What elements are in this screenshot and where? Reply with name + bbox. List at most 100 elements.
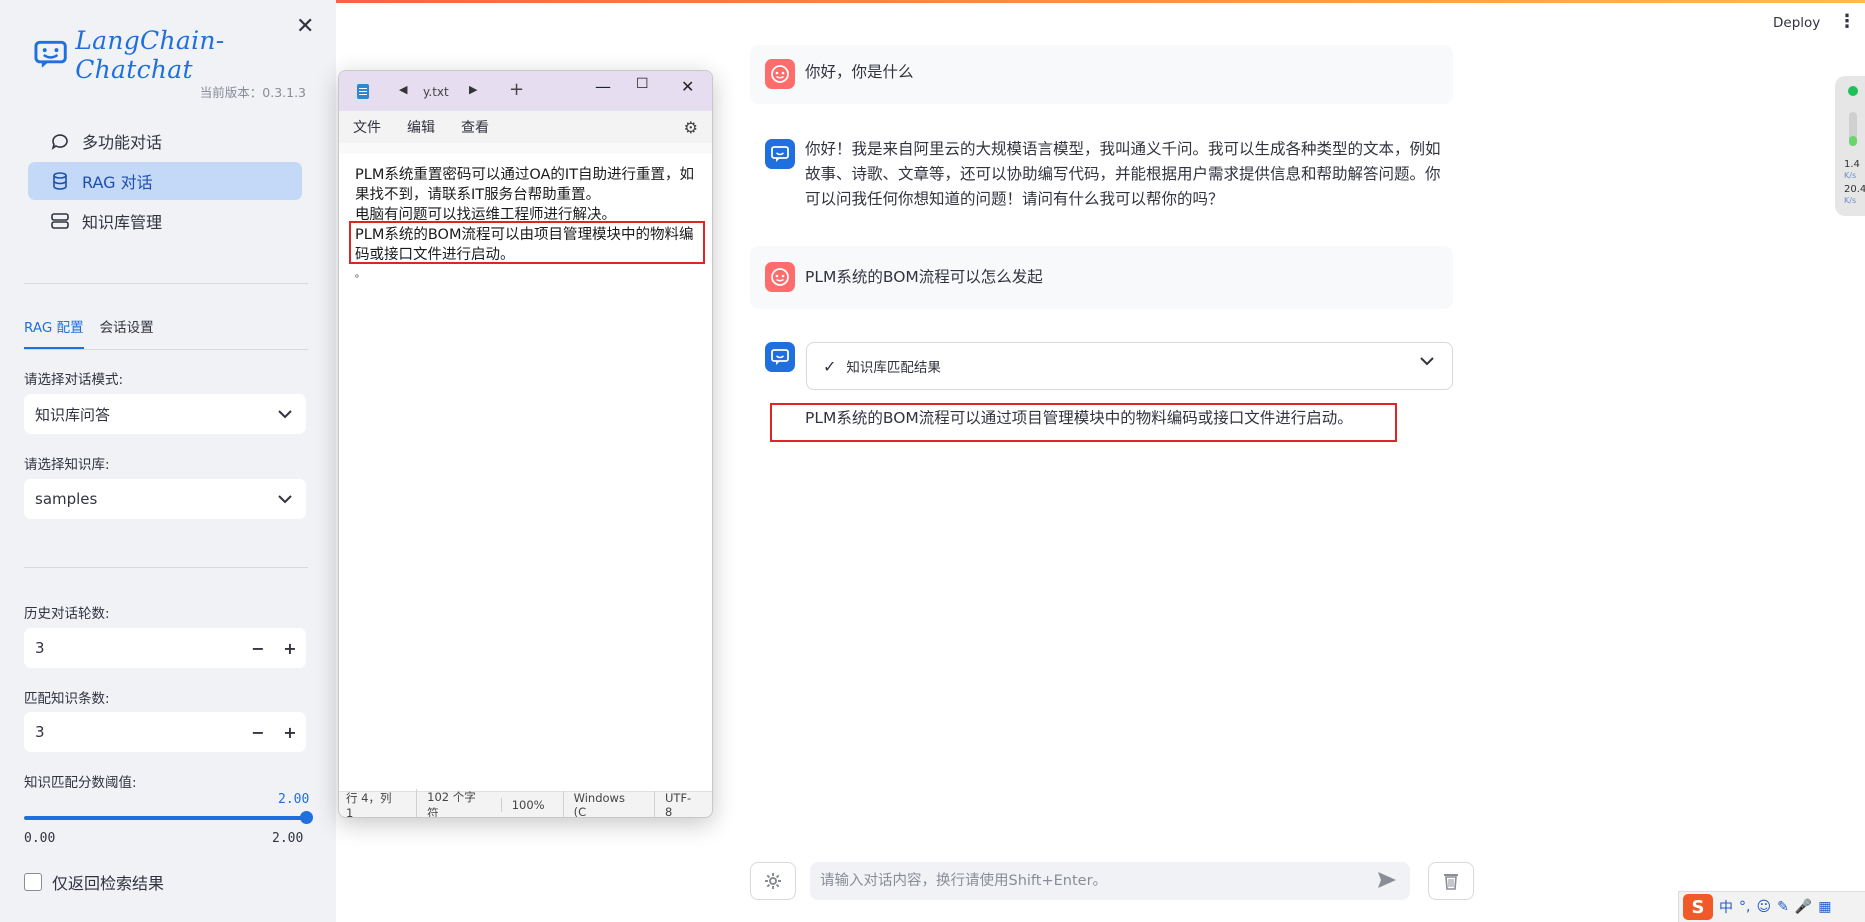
- sidebar-nav: 多功能对话 RAG 对话 知识库管理: [28, 122, 302, 242]
- text-line: 电脑有问题可以找运维工程师进行解决。: [355, 207, 616, 223]
- notepad-titlebar[interactable]: ◀ y.txt ▶ + — ☐ ✕: [339, 71, 712, 111]
- kb-select[interactable]: samples: [24, 479, 306, 519]
- trash-icon: [1444, 874, 1458, 890]
- usage-bar: [1849, 112, 1857, 146]
- history-decrement-button[interactable]: −: [242, 639, 274, 658]
- text-line: 。: [355, 269, 365, 280]
- history-label: 历史对话轮数:: [24, 606, 110, 622]
- upload-unit: K/s: [1844, 171, 1857, 180]
- server-icon: [51, 213, 69, 229]
- config-tabs: RAG 配置 会话设置: [24, 316, 308, 350]
- sidebar-item-multifunction-chat[interactable]: 多功能对话: [28, 122, 302, 160]
- chat-logo-icon: [34, 40, 67, 68]
- more-menu-icon[interactable]: ⋮: [1838, 11, 1856, 32]
- sidebar-item-label: 多功能对话: [82, 133, 163, 152]
- status-dot-icon: [1848, 86, 1858, 96]
- assistant-avatar-icon: [765, 139, 795, 169]
- ime-emoji-icon[interactable]: ☺: [1756, 899, 1771, 915]
- ime-punctuation-icon[interactable]: °,: [1739, 899, 1750, 915]
- ime-microphone-icon[interactable]: 🎤: [1795, 899, 1812, 915]
- chat-settings-button[interactable]: [750, 862, 796, 900]
- topk-increment-button[interactable]: +: [274, 723, 306, 742]
- ime-handwriting-icon[interactable]: ✎: [1777, 899, 1789, 915]
- status-chars: 102 个字符: [416, 788, 501, 817]
- message-text: PLM系统的BOM流程可以怎么发起: [805, 268, 1043, 286]
- menu-view[interactable]: 查看: [461, 117, 489, 137]
- threshold-label: 知识匹配分数阈值:: [24, 775, 137, 791]
- menu-file[interactable]: 文件: [353, 117, 381, 137]
- threshold-max: 2.00: [272, 831, 304, 846]
- tab-session-settings[interactable]: 会话设置: [100, 316, 154, 349]
- notepad-text-area[interactable]: PLM系统重置密码可以通过OA的IT自助进行重置，如果找不到，请联系IT服务台帮…: [339, 153, 712, 793]
- only-results-checkbox[interactable]: [24, 873, 42, 891]
- mode-select[interactable]: 知识库问答: [24, 394, 306, 434]
- chat-bubble-icon: [51, 134, 68, 150]
- gear-icon: [765, 873, 781, 889]
- threshold-current-value: 2.00: [278, 792, 310, 807]
- topk-value[interactable]: 3: [24, 723, 242, 741]
- user-avatar-icon: [765, 262, 795, 292]
- tab-rag-config[interactable]: RAG 配置: [24, 316, 84, 349]
- notepad-tab-name[interactable]: y.txt: [423, 85, 449, 99]
- message-text: 你好！我是来自阿里云的大规模语言模型，我叫通义千问。我可以生成各种类型的文本，例…: [805, 140, 1441, 208]
- sidebar: ✕ LangChain-Chatchat 当前版本：0.3.1.3 多功能对话 …: [0, 0, 336, 922]
- version-label: 当前版本：0.3.1.3: [199, 85, 306, 100]
- assistant-avatar-icon: [765, 342, 795, 372]
- chevron-down-icon: [1420, 357, 1434, 366]
- kb-label: 请选择知识库:: [24, 457, 110, 473]
- tab-scroll-left-icon[interactable]: ◀: [399, 83, 407, 96]
- close-window-icon[interactable]: ✕: [681, 77, 694, 96]
- text-line: PLM系统重置密码可以通过OA的IT自助进行重置，如果找不到，请联系IT服务台帮…: [355, 167, 695, 203]
- topk-label: 匹配知识条数:: [24, 691, 110, 707]
- clear-chat-button[interactable]: [1428, 862, 1474, 900]
- mode-label: 请选择对话模式:: [24, 372, 124, 388]
- logo: LangChain-Chatchat: [34, 26, 336, 84]
- chevron-down-icon: [278, 494, 292, 503]
- threshold-slider-track[interactable]: [24, 816, 306, 820]
- sidebar-item-kb-management[interactable]: 知识库管理: [28, 202, 302, 240]
- threshold-slider-thumb[interactable]: [300, 811, 313, 824]
- sidebar-item-label: RAG 对话: [82, 173, 153, 192]
- text-line: PLM系统的BOM流程可以由项目管理模块中的物料编码或接口文件进行启动。: [355, 227, 694, 263]
- gear-icon[interactable]: ⚙: [684, 118, 698, 137]
- topk-decrement-button[interactable]: −: [242, 723, 274, 742]
- kb-results-expander[interactable]: ✓ 知识库匹配结果: [806, 342, 1453, 390]
- notepad-app-icon: [357, 84, 369, 99]
- maximize-icon[interactable]: ☐: [636, 76, 649, 92]
- topk-stepper[interactable]: 3 − +: [24, 712, 306, 752]
- check-icon: ✓: [823, 356, 837, 376]
- mode-select-value: 知识库问答: [35, 405, 111, 424]
- sidebar-divider: [24, 283, 308, 284]
- menu-edit[interactable]: 编辑: [407, 117, 435, 137]
- tab-scroll-right-icon[interactable]: ▶: [469, 83, 477, 96]
- history-increment-button[interactable]: +: [274, 639, 306, 658]
- send-icon[interactable]: [1377, 871, 1397, 893]
- notepad-statusbar: 行 4，列 1 102 个字符 100% Windows (C UTF-8: [339, 788, 712, 817]
- chevron-down-icon: [278, 409, 292, 418]
- deploy-button[interactable]: Deploy: [1773, 15, 1820, 31]
- sidebar-item-rag-chat[interactable]: RAG 对话: [28, 162, 302, 200]
- expander-label: 知识库匹配结果: [846, 360, 941, 376]
- message-text: PLM系统的BOM流程可以通过项目管理模块中的物料编码或接口文件进行启动。: [805, 409, 1353, 427]
- status-line-ending: Windows (C: [562, 790, 654, 817]
- upload-speed: 1.4: [1844, 159, 1860, 170]
- status-encoding: UTF-8: [654, 790, 712, 817]
- minimize-icon[interactable]: —: [595, 77, 611, 96]
- sogou-logo-icon[interactable]: S: [1683, 894, 1713, 920]
- user-avatar-icon: [765, 59, 795, 89]
- history-value[interactable]: 3: [24, 639, 242, 657]
- chat-input[interactable]: [810, 862, 1410, 900]
- message-text: 你好，你是什么: [805, 63, 914, 81]
- history-stepper[interactable]: 3 − +: [24, 628, 306, 668]
- ime-chinese-mode[interactable]: 中: [1719, 897, 1733, 917]
- status-zoom: 100%: [500, 797, 563, 812]
- new-tab-icon[interactable]: +: [509, 79, 524, 100]
- threshold-min: 0.00: [24, 831, 56, 846]
- ime-toolbox-icon[interactable]: ▦: [1818, 899, 1831, 915]
- logo-text: LangChain-Chatchat: [75, 26, 225, 84]
- notepad-menubar: 文件 编辑 查看 ⚙: [339, 111, 712, 143]
- sidebar-item-label: 知识库管理: [82, 213, 163, 232]
- network-speed-widget[interactable]: 1.4 K/s 20.4 K/s: [1835, 76, 1865, 216]
- notepad-window: ◀ y.txt ▶ + — ☐ ✕ 文件 编辑 查看 ⚙ PLM系统重置密码可以…: [338, 70, 713, 818]
- only-results-row: 仅返回检索结果: [24, 870, 164, 894]
